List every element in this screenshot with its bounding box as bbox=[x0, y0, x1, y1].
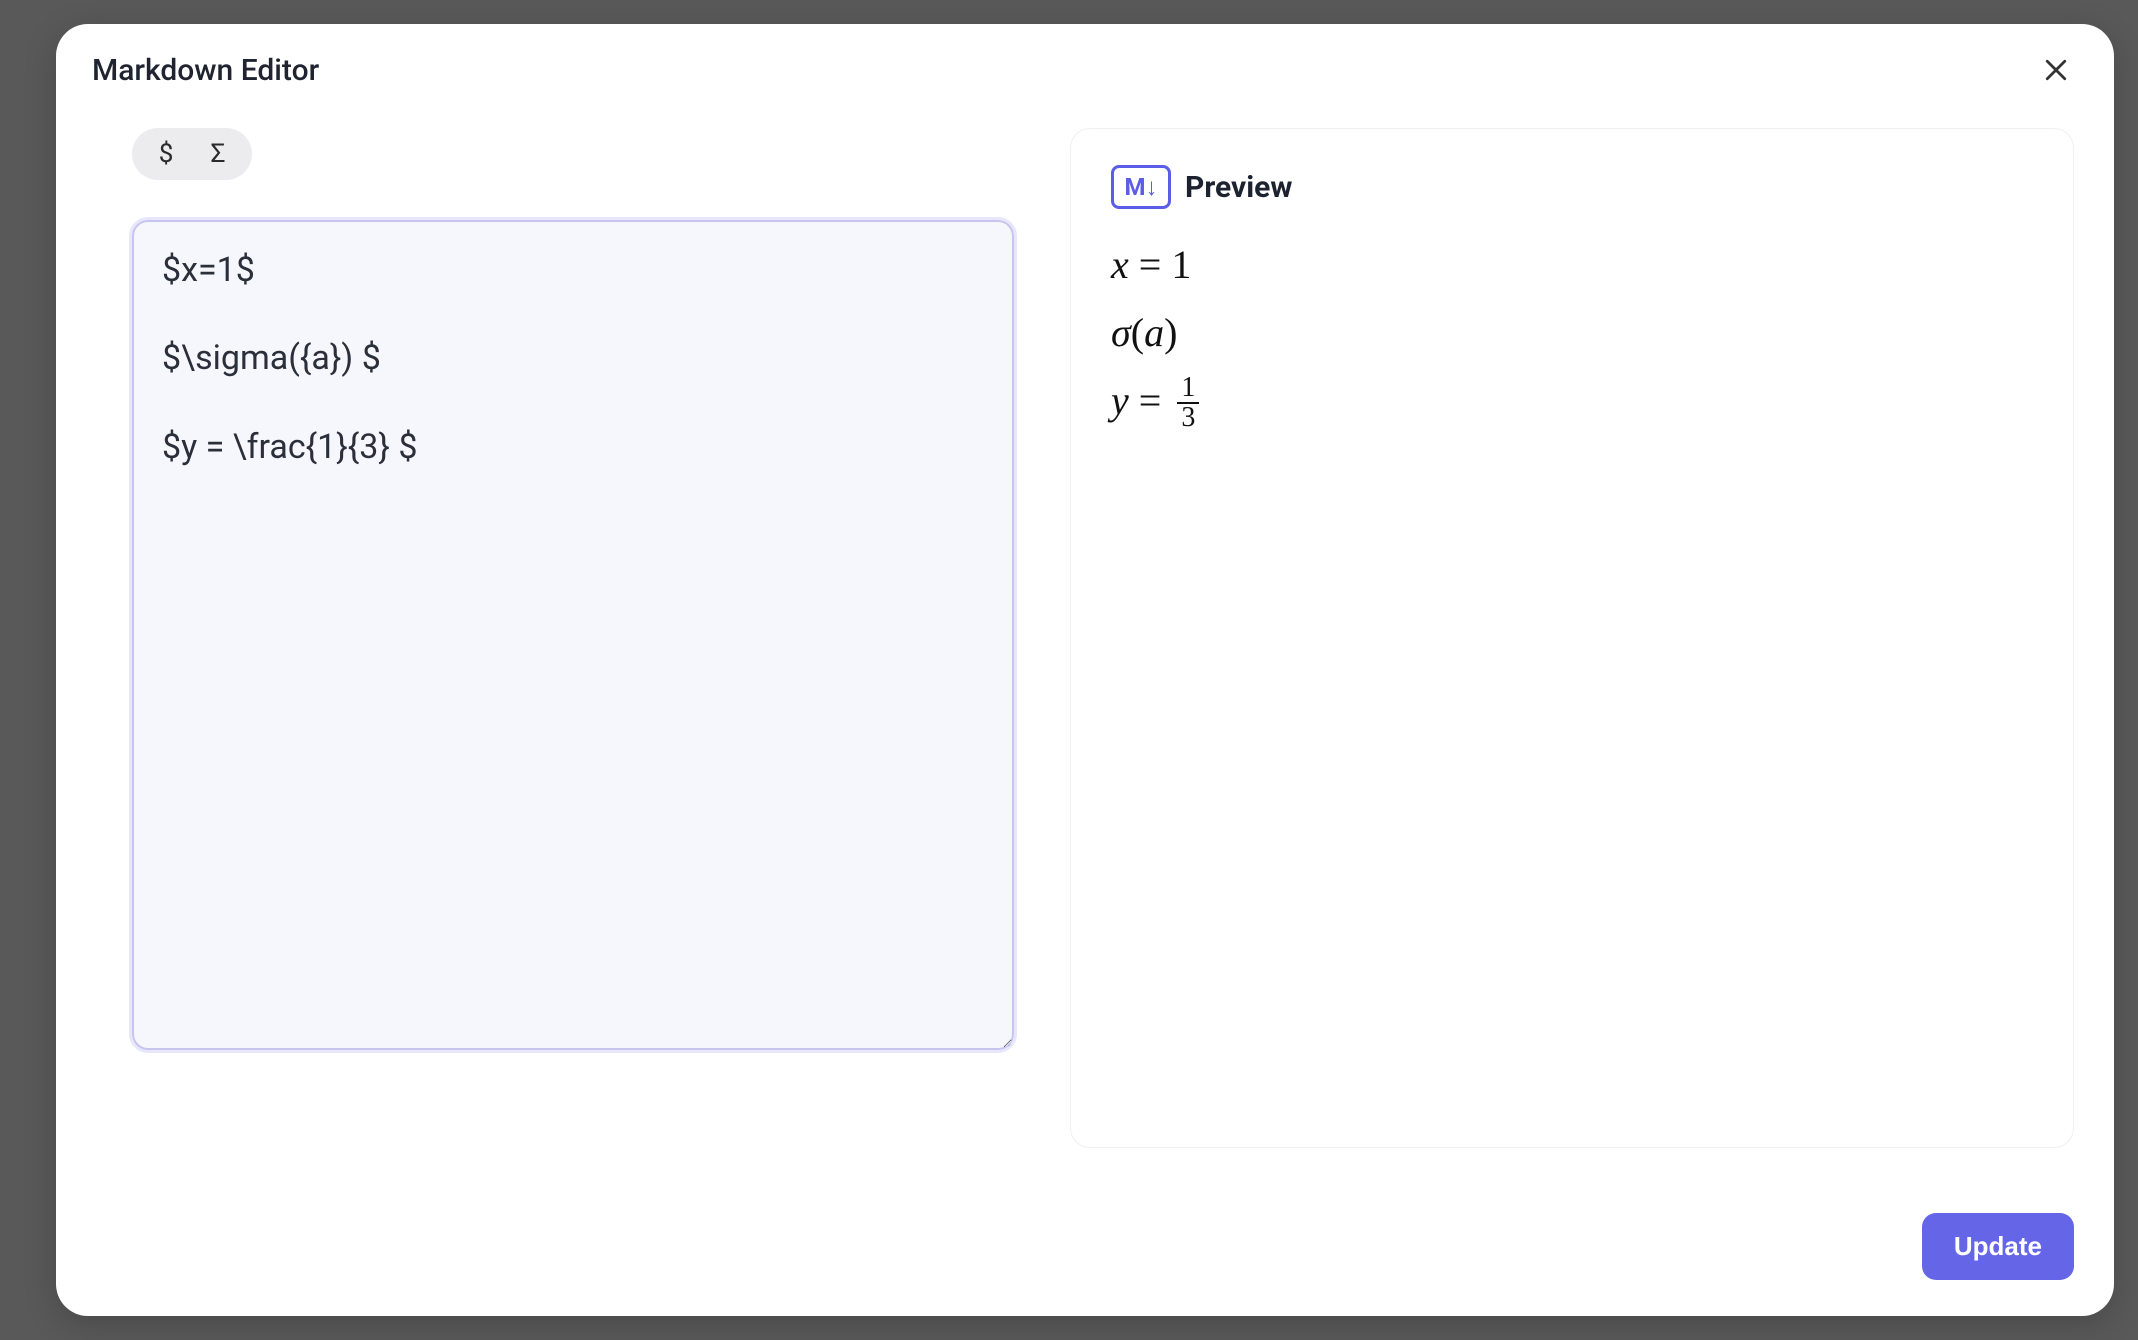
preview-line-3: y= 13 bbox=[1111, 369, 2033, 434]
markdown-textarea[interactable] bbox=[132, 220, 1014, 1050]
modal-body: $ Σ M↓ Preview x=1 bbox=[56, 104, 2114, 1189]
update-button[interactable]: Update bbox=[1922, 1213, 2074, 1280]
preview-line-2: σ(a) bbox=[1111, 301, 2033, 365]
sigma-button[interactable]: Σ bbox=[204, 140, 232, 168]
dollar-icon: $ bbox=[159, 139, 174, 169]
math-arg-a: a bbox=[1144, 310, 1164, 355]
modal-footer: Update bbox=[56, 1189, 2114, 1316]
math-eq: = bbox=[1139, 242, 1162, 287]
preview-title: Preview bbox=[1185, 170, 1292, 205]
math-eq-2: = bbox=[1139, 378, 1162, 423]
modal-title: Markdown Editor bbox=[92, 53, 319, 88]
preview-content: x=1 σ(a) y=13 bbox=[1111, 233, 2033, 1123]
math-var-x: x bbox=[1111, 242, 1129, 287]
sigma-icon: Σ bbox=[211, 139, 226, 169]
math-sigma: σ bbox=[1111, 310, 1131, 355]
close-icon bbox=[2041, 55, 2071, 85]
frac-denominator: 3 bbox=[1177, 404, 1199, 432]
close-button[interactable] bbox=[2034, 48, 2078, 92]
math-val-1: 1 bbox=[1171, 242, 1191, 287]
inline-math-button[interactable]: $ bbox=[152, 140, 180, 168]
markdown-editor-modal: Markdown Editor $ Σ M↓ bbox=[56, 24, 2114, 1316]
math-fraction: 13 bbox=[1177, 374, 1199, 432]
editor-toolbar: $ Σ bbox=[132, 128, 252, 180]
editor-textarea-wrapper bbox=[132, 220, 1014, 1054]
preview-header: M↓ Preview bbox=[1111, 165, 2033, 209]
modal-header: Markdown Editor bbox=[56, 24, 2114, 104]
preview-pane: M↓ Preview x=1 σ(a) y=13 bbox=[1070, 128, 2074, 1148]
frac-numerator: 1 bbox=[1177, 374, 1199, 404]
editor-pane: $ Σ bbox=[100, 128, 1022, 1173]
markdown-icon: M↓ bbox=[1111, 165, 1171, 209]
markdown-icon-text: M↓ bbox=[1124, 173, 1157, 202]
math-var-y: y bbox=[1111, 378, 1129, 423]
preview-line-1: x=1 bbox=[1111, 233, 2033, 297]
